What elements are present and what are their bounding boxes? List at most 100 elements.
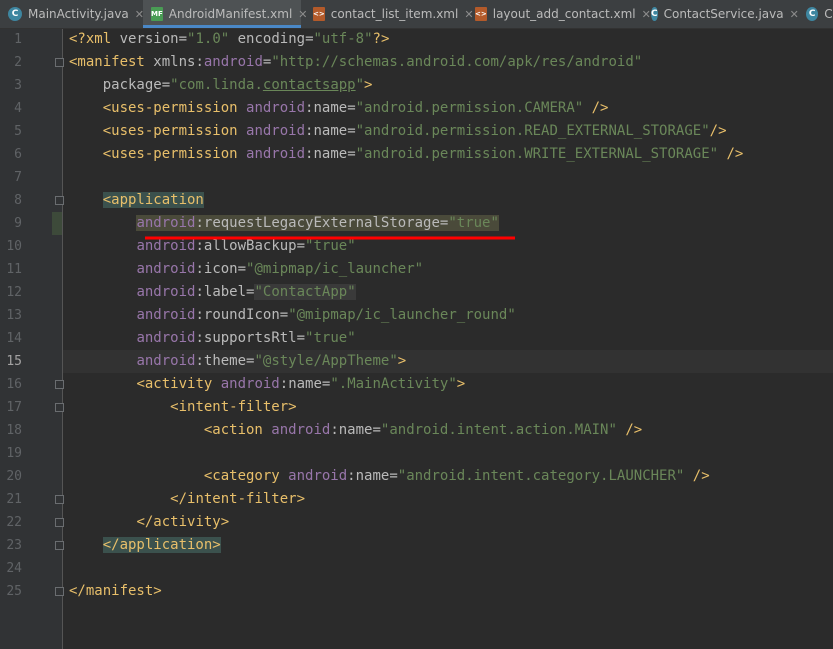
manifest-file-icon: MF (151, 7, 163, 21)
change-marker (52, 212, 62, 235)
line-number: 22 (6, 515, 22, 530)
code-line-25: </manifest> (63, 580, 833, 603)
code-line-4: <uses-permission android:name="android.p… (63, 97, 833, 120)
tag: </activity> (136, 514, 230, 530)
colon: : (195, 238, 204, 254)
equals: = (347, 100, 356, 116)
attr-value-underlined: contactsapp (262, 77, 356, 93)
xml-decl-close: ?> (372, 31, 390, 47)
line-number: 7 (14, 170, 22, 185)
code-editor[interactable]: <?xml version="1.0" encoding="utf-8"?> <… (63, 29, 833, 649)
namespace: android (136, 261, 196, 277)
attr-name: package (102, 77, 162, 93)
colon: : (279, 376, 289, 392)
attr-value: "@mipmap/ic_launcher" (246, 261, 424, 277)
tag-close: > (397, 353, 407, 369)
attr-value: "true" (305, 330, 356, 346)
tag-close: /> (709, 123, 727, 139)
tag: <uses-permission (102, 100, 247, 116)
code-line-21: </intent-filter> (63, 488, 833, 511)
tab-layout-add-contact-xml[interactable]: <> layout_add_contact.xml ✕ (468, 0, 651, 28)
attr-name: xmlns: (153, 54, 204, 70)
equals: = (178, 31, 188, 47)
equals: = (279, 307, 289, 323)
code-line-8: <application (63, 189, 833, 212)
code-line-2: <manifest xmlns:android="http://schemas.… (63, 51, 833, 74)
xml-layout-icon: <> (475, 7, 487, 21)
line-number: 8 (14, 193, 22, 208)
tag-close: /> (684, 468, 710, 484)
colon: : (347, 468, 356, 484)
attr-name: icon (203, 261, 238, 277)
equals: = (237, 261, 247, 277)
attr-name: requestLegacyExternalStorage (203, 215, 440, 231)
code-line-11: android:icon="@mipmap/ic_launcher" (63, 258, 833, 281)
line-number: 1 (14, 32, 22, 47)
java-class-icon: C (8, 7, 22, 21)
colon: : (195, 307, 204, 323)
namespace: android (288, 468, 348, 484)
attr-name: supportsRtl (203, 330, 297, 346)
equals: = (296, 330, 306, 346)
attr-value: "android.permission.CAMERA" (355, 100, 584, 116)
line-number: 19 (6, 446, 22, 461)
namespace: android (136, 353, 196, 369)
attr-value: "utf-8" (313, 31, 373, 47)
colon: : (195, 353, 204, 369)
line-number: 9 (14, 216, 22, 231)
line-number: 14 (6, 331, 22, 346)
attr-name: roundIcon (203, 307, 280, 323)
attr-value: "@style/AppTheme" (254, 353, 398, 369)
namespace: android (246, 100, 306, 116)
tag: <uses-permission (102, 146, 247, 162)
code-line-1: <?xml version="1.0" encoding="utf-8"?> (63, 28, 833, 51)
tag-close: /> (616, 422, 643, 438)
tab-contact-list-item-xml[interactable]: <> contact_list_item.xml ✕ (306, 0, 474, 28)
line-number: 21 (6, 492, 22, 507)
line-number: 20 (6, 469, 22, 484)
line-number: 6 (14, 147, 22, 162)
tab-androidmanifest-xml[interactable]: MF AndroidManifest.xml ✕ (143, 0, 308, 28)
editor-tab-bar: C MainActivity.java ✕ MF AndroidManifest… (0, 0, 833, 29)
attr-value: "com.linda. (170, 77, 263, 93)
line-number: 12 (6, 285, 22, 300)
namespace: android (136, 330, 196, 346)
equals: = (305, 31, 314, 47)
attr-value: "true" (305, 238, 356, 254)
code-line-16: <activity android:name=".MainActivity"> (63, 373, 833, 396)
attr-value: "1.0" (187, 31, 230, 47)
attr-name: theme (203, 353, 247, 369)
tag: </intent-filter> (170, 491, 306, 507)
namespace: android (246, 146, 306, 162)
tab-truncated[interactable]: C Co (800, 0, 833, 28)
red-annotation-underline (145, 236, 515, 240)
tab-label: ContactService.java (663, 7, 784, 21)
equals: = (161, 77, 171, 93)
line-number: 24 (6, 561, 22, 576)
namespace: android (271, 422, 331, 438)
xml-decl-open: <?xml (69, 31, 120, 47)
equals: = (347, 123, 356, 139)
attr-value: "http://schemas.android.com/apk/res/andr… (271, 54, 643, 70)
equals: = (389, 468, 398, 484)
line-number: 4 (14, 101, 22, 116)
colon: : (195, 330, 204, 346)
tag-close: > (456, 376, 466, 392)
tab-label: layout_add_contact.xml (492, 7, 636, 21)
line-number-current: 15 (6, 354, 22, 369)
colon: : (330, 422, 339, 438)
close-icon[interactable]: ✕ (790, 8, 799, 21)
code-line-22: </activity> (63, 511, 833, 534)
tab-label: AndroidManifest.xml (168, 7, 293, 21)
code-line-17: <intent-filter> (63, 396, 833, 419)
tab-contactservice-java[interactable]: C ContactService.java ✕ (645, 0, 799, 28)
attr-name: name (313, 100, 348, 116)
code-line-12: android:label="ContactApp" (63, 281, 833, 304)
tag-close: /> (718, 146, 744, 162)
tab-mainactivity-java[interactable]: C MainActivity.java ✕ (0, 0, 148, 28)
line-number: 11 (6, 262, 22, 277)
tag: <manifest (69, 54, 154, 70)
code-line-15-current: android:theme="@style/AppTheme"> (63, 350, 833, 373)
tag-close: > (364, 77, 373, 93)
